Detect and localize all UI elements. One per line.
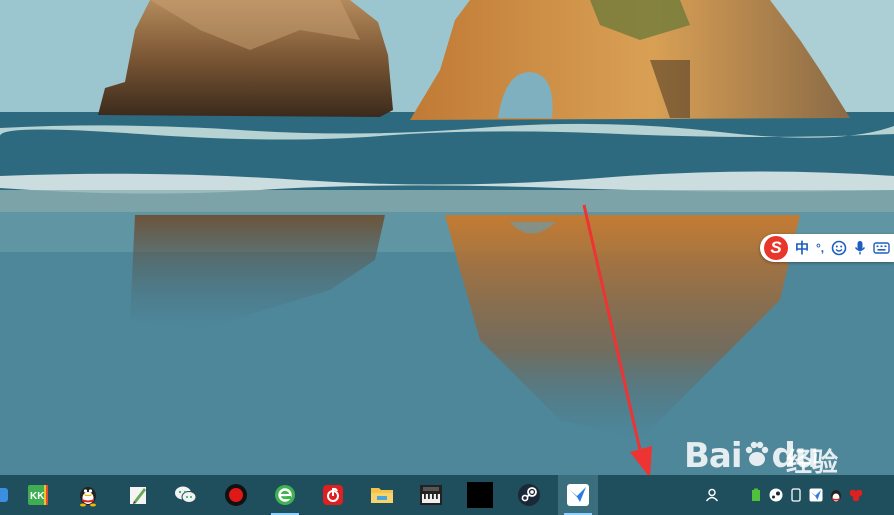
taskbar-app-steam[interactable] [509,475,549,515]
taskbar-app-browser[interactable] [265,475,305,515]
smiley-icon[interactable] [831,240,847,256]
black-window-icon [467,482,493,508]
taskbar-app-partial[interactable] [0,475,20,515]
taskbar-app-notepad[interactable] [118,475,158,515]
battery-green-icon [752,488,760,501]
tray-people[interactable] [702,475,722,515]
qq-penguin-icon [80,487,96,507]
keyboard-icon[interactable] [873,241,890,255]
steam-icon [518,484,540,506]
taskbar-app-recorder[interactable] [216,475,256,515]
system-tray [702,475,722,515]
svg-text:KK: KK [30,491,45,502]
steam-tray-icon [769,488,783,502]
beach-wallpaper-image [0,0,894,475]
tray-phone[interactable] [786,475,806,515]
netease-music-icon [323,485,343,505]
sogou-logo-icon[interactable]: S [764,236,788,260]
partial-app-icon [0,488,8,502]
desktop-wallpaper [0,0,894,475]
system-tray-icons [746,475,866,515]
sogou-ime-toolbar[interactable]: S 中 °, [760,234,894,262]
qq-tray-icon [831,489,841,502]
taskbar-app-file-explorer[interactable] [362,475,402,515]
taskbar-app-black-window[interactable] [460,475,500,515]
ime-chinese-mode[interactable]: 中 [795,241,809,255]
tray-bird[interactable] [806,475,826,515]
taskbar-app-wechat[interactable] [166,475,206,515]
taskbar-app-qq[interactable] [68,475,108,515]
record-icon [225,484,247,506]
taskbar-app-kk[interactable]: KK [18,475,58,515]
tray-qq[interactable] [826,475,846,515]
taskbar-app-piano[interactable] [411,475,451,515]
microphone-icon[interactable] [854,240,866,256]
piano-icon [420,485,442,505]
tray-steam[interactable] [766,475,786,515]
red-bug-icon [849,489,863,502]
file-explorer-icon [371,488,393,503]
taskbar: KK [0,475,894,515]
wechat-icon [175,486,197,503]
taskbar-app-netease-music[interactable] [313,475,353,515]
browser-e-icon [275,485,295,505]
phone-icon [791,488,801,502]
bird-app-icon [567,484,589,506]
notepad-pen-icon [130,487,146,504]
taskbar-app-bird[interactable] [558,475,598,515]
kk-icon: KK [28,485,48,505]
people-icon [705,488,719,502]
tray-red-bug[interactable] [846,475,866,515]
tray-battery[interactable] [746,475,766,515]
ime-punctuation-mode[interactable]: °, [816,242,824,254]
bird-tray-icon [809,488,823,502]
